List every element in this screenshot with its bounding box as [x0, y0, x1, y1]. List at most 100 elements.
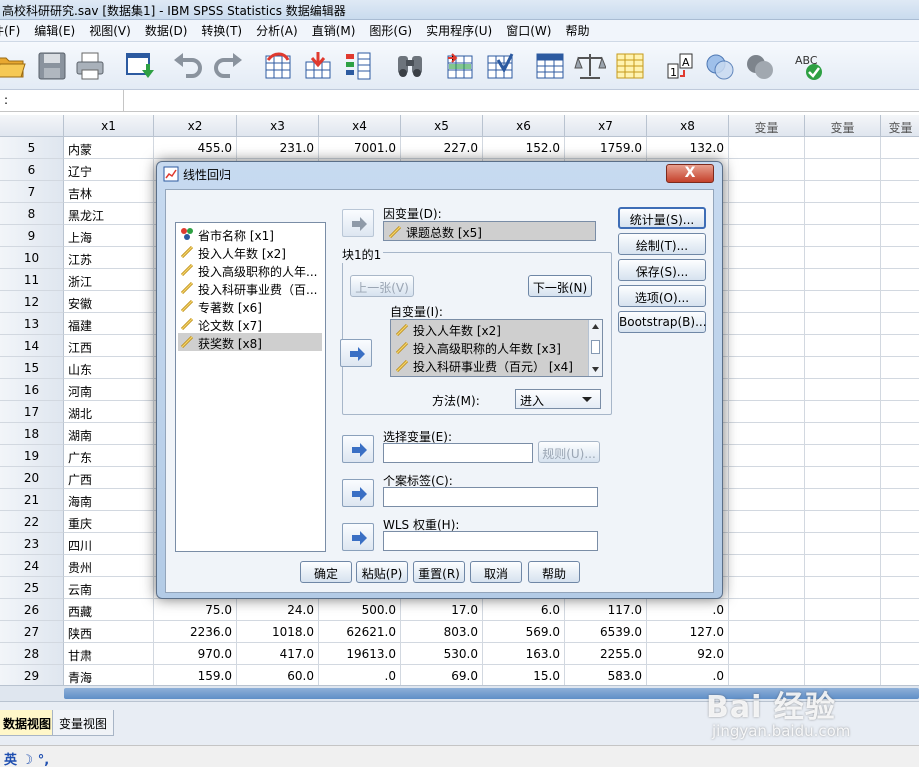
column-header-x6[interactable]: x6 — [483, 115, 565, 137]
table-cell-empty[interactable] — [729, 489, 805, 511]
menu-graphs[interactable]: 图形(G) — [362, 22, 419, 39]
table-cell[interactable]: 陕西 — [64, 621, 154, 643]
table-cell-empty[interactable] — [881, 203, 919, 225]
table-cell-empty[interactable] — [805, 533, 881, 555]
table-cell[interactable]: 583.0 — [565, 665, 647, 685]
table-cell[interactable]: 127.0 — [647, 621, 729, 643]
row-number[interactable]: 25 — [0, 577, 64, 599]
table-cell[interactable]: 浙江 — [64, 269, 154, 291]
column-header-x2[interactable]: x2 — [154, 115, 237, 137]
menu-utilities[interactable]: 实用程序(U) — [419, 22, 499, 39]
table-cell[interactable]: 四川 — [64, 533, 154, 555]
variables-icon[interactable] — [342, 50, 374, 82]
table-cell-empty[interactable] — [881, 291, 919, 313]
cell-value-input[interactable] — [126, 90, 919, 111]
table-cell[interactable]: 贵州 — [64, 555, 154, 577]
bootstrap-button[interactable]: Bootstrap(B)... — [618, 311, 707, 333]
table-cell[interactable]: 152.0 — [483, 137, 565, 159]
table-cell-empty[interactable] — [729, 203, 805, 225]
table-cell[interactable]: 7001.0 — [319, 137, 401, 159]
table-cell-empty[interactable] — [729, 467, 805, 489]
dependent-field[interactable]: 课题总数 [x5] — [383, 221, 596, 241]
list-item[interactable]: 投入科研事业费（百... — [178, 279, 322, 297]
previous-block-button[interactable]: 上一张(V) — [350, 275, 414, 297]
menu-file[interactable]: 件(F) — [0, 22, 27, 39]
paste-button[interactable]: 粘贴(P) — [356, 561, 408, 583]
table-cell-empty[interactable] — [881, 269, 919, 291]
move-to-dependent-button[interactable] — [342, 209, 374, 237]
column-header-x8[interactable]: x8 — [647, 115, 729, 137]
row-number[interactable]: 21 — [0, 489, 64, 511]
table-cell[interactable]: 山东 — [64, 357, 154, 379]
move-to-independent-button[interactable] — [340, 339, 372, 367]
reset-button[interactable]: 重置(R) — [413, 561, 465, 583]
weight-cases-icon[interactable] — [574, 50, 606, 82]
menu-data[interactable]: 数据(D) — [138, 22, 195, 39]
table-cell-empty[interactable] — [881, 599, 919, 621]
table-cell-empty[interactable] — [805, 159, 881, 181]
table-cell-empty[interactable] — [881, 555, 919, 577]
ime-indicator[interactable]: 英 ☽ °, — [0, 748, 53, 768]
move-to-case-labels-button[interactable] — [342, 479, 374, 507]
wls-weight-field[interactable] — [383, 531, 598, 551]
table-cell[interactable]: 227.0 — [401, 137, 483, 159]
rule-button[interactable]: 规则(U)... — [538, 441, 600, 463]
table-cell[interactable]: 云南 — [64, 577, 154, 599]
cancel-button[interactable]: 取消 — [470, 561, 522, 583]
spelling-icon[interactable]: ABC — [794, 50, 826, 82]
row-number[interactable]: 7 — [0, 181, 64, 203]
goto-variable-icon[interactable] — [302, 50, 334, 82]
table-cell[interactable]: 上海 — [64, 225, 154, 247]
table-cell-empty[interactable] — [729, 137, 805, 159]
table-cell[interactable]: 92.0 — [647, 643, 729, 665]
table-cell-empty[interactable] — [805, 357, 881, 379]
print-icon[interactable] — [74, 50, 106, 82]
scrollbar-thumb[interactable] — [591, 340, 600, 354]
list-item[interactable]: 投入科研事业费（百元） [x4] — [393, 357, 573, 375]
table-cell-empty[interactable] — [805, 621, 881, 643]
method-select[interactable]: 进入 — [515, 389, 601, 409]
menu-direct-marketing[interactable]: 直销(M) — [305, 22, 363, 39]
table-cell-empty[interactable] — [881, 401, 919, 423]
menu-edit[interactable]: 编辑(E) — [27, 22, 82, 39]
select-cases-icon[interactable] — [614, 50, 646, 82]
row-number[interactable]: 5 — [0, 137, 64, 159]
table-cell-empty[interactable] — [805, 379, 881, 401]
list-item[interactable]: 投入人年数 [x2] — [393, 321, 501, 339]
table-cell[interactable]: 24.0 — [237, 599, 319, 621]
table-cell[interactable]: 江西 — [64, 335, 154, 357]
table-cell[interactable]: 117.0 — [565, 599, 647, 621]
move-to-selection-button[interactable] — [342, 435, 374, 463]
table-cell[interactable]: 6.0 — [483, 599, 565, 621]
table-cell[interactable]: 福建 — [64, 313, 154, 335]
table-cell-empty[interactable] — [805, 181, 881, 203]
scroll-down-icon[interactable] — [591, 365, 600, 374]
move-to-wls-weight-button[interactable] — [342, 523, 374, 551]
table-cell[interactable]: 6539.0 — [565, 621, 647, 643]
table-cell-empty[interactable] — [805, 247, 881, 269]
statistics-button[interactable]: 统计量(S)... — [618, 207, 706, 229]
table-cell[interactable]: 803.0 — [401, 621, 483, 643]
table-cell-empty[interactable] — [881, 423, 919, 445]
source-variable-list[interactable]: 省市名称 [x1] 投入人年数 [x2] 投入高级职称的人年... 投入科研事业… — [175, 222, 326, 552]
menu-analyze[interactable]: 分析(A) — [249, 22, 305, 39]
dialog-recall-icon[interactable] — [124, 50, 156, 82]
table-cell[interactable]: 甘肃 — [64, 643, 154, 665]
menu-transform[interactable]: 转换(T) — [194, 22, 249, 39]
table-cell[interactable]: 159.0 — [154, 665, 237, 685]
table-cell-empty[interactable] — [881, 137, 919, 159]
table-cell-empty[interactable] — [881, 445, 919, 467]
table-cell-empty[interactable] — [805, 269, 881, 291]
table-cell[interactable]: 内蒙 — [64, 137, 154, 159]
table-cell-empty[interactable] — [805, 643, 881, 665]
table-cell-empty[interactable] — [881, 335, 919, 357]
table-cell-empty[interactable] — [881, 159, 919, 181]
split-file-icon[interactable] — [534, 50, 566, 82]
table-cell-empty[interactable] — [881, 247, 919, 269]
ok-button[interactable]: 确定 — [300, 561, 352, 583]
table-cell-empty[interactable] — [729, 533, 805, 555]
save-button[interactable]: 保存(S)... — [618, 259, 706, 281]
list-item[interactable]: 投入人年数 [x2] — [178, 243, 322, 261]
save-disk-icon[interactable] — [36, 50, 68, 82]
table-cell[interactable]: .0 — [319, 665, 401, 685]
